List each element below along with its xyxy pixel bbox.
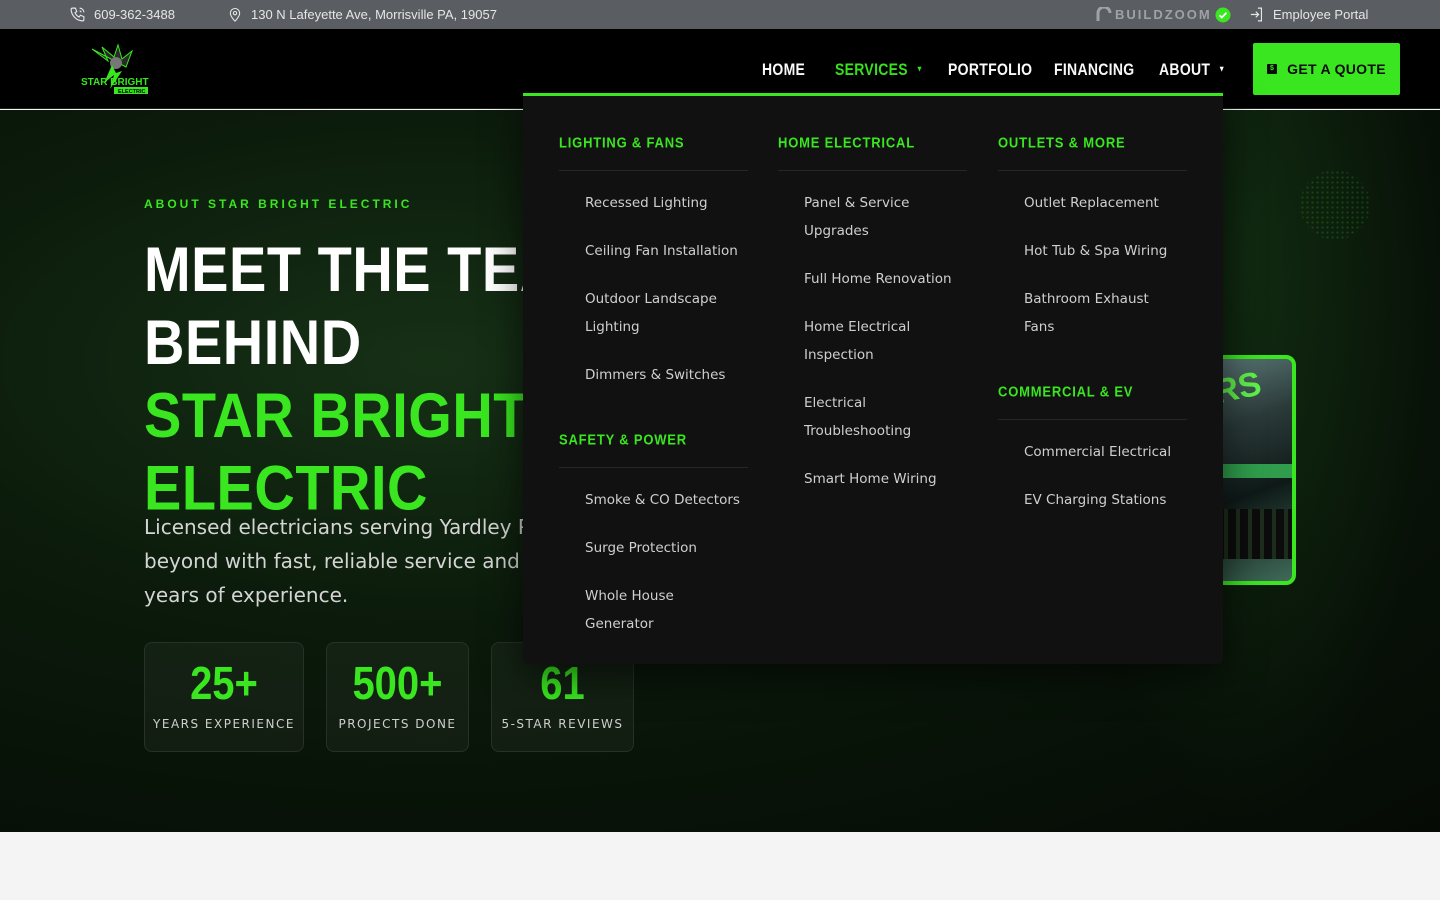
menu-item[interactable]: Full Home Renovation	[778, 265, 963, 293]
stat-label: 5-STAR REVIEWS	[501, 717, 624, 731]
stat-value: 61	[540, 658, 585, 710]
menu-item[interactable]: Recessed Lighting	[559, 189, 744, 217]
hero-eyebrow: ABOUT STAR BRIGHT ELECTRIC	[144, 197, 413, 211]
quote-icon: $	[1267, 64, 1278, 74]
menu-item[interactable]: Home Electrical Inspection	[778, 313, 963, 369]
menu-column-1: LIGHTING & FANS Recessed Lighting Ceilin…	[559, 133, 749, 658]
menu-item[interactable]: Outlet Replacement	[998, 189, 1183, 217]
divider	[778, 170, 967, 171]
divider	[998, 419, 1187, 420]
employee-portal-label: Employee Portal	[1273, 7, 1369, 22]
menu-item[interactable]: Outdoor Landscape Lighting	[559, 285, 744, 341]
menu-category-title: SAFETY & POWER	[559, 430, 687, 449]
phone-icon	[70, 7, 85, 22]
logo-text: STAR BRIGHT	[81, 77, 149, 88]
menu-item[interactable]: Dimmers & Switches	[559, 361, 744, 389]
address-link[interactable]: 130 N Lafeyette Ave, Morrisville PA, 190…	[227, 0, 497, 29]
get-a-quote-button[interactable]: $ GET A QUOTE	[1253, 43, 1400, 95]
nav-financing[interactable]: FINANCING	[1054, 56, 1134, 82]
stat-value: 500+	[352, 658, 443, 710]
menu-item[interactable]: Whole House Generator	[559, 582, 744, 638]
menu-item[interactable]: Smart Home Wiring	[778, 465, 963, 493]
chevron-down-icon: ▼	[915, 64, 924, 74]
menu-item[interactable]: EV Charging Stations	[998, 486, 1183, 514]
buildzoom-logo-icon	[1096, 6, 1112, 21]
menu-item[interactable]: Hot Tub & Spa Wiring	[998, 237, 1183, 265]
menu-column-2: HOME ELECTRICAL Panel & Service Upgrades…	[778, 133, 968, 513]
menu-category-title: OUTLETS & MORE	[998, 133, 1126, 152]
stat-value: 25+	[190, 658, 258, 710]
login-icon	[1250, 7, 1263, 22]
buildzoom-text: BUILDZOOM	[1115, 7, 1212, 22]
menu-item[interactable]: Smoke & CO Detectors	[559, 486, 744, 514]
next-section	[0, 832, 1440, 900]
menu-item[interactable]: Surge Protection	[559, 534, 744, 562]
map-pin-icon	[229, 8, 241, 22]
menu-category-title: LIGHTING & FANS	[559, 133, 685, 152]
phone-link[interactable]: 609-362-3488	[69, 0, 175, 29]
star-bright-logo-icon: STAR BRIGHT ELECTRIC	[81, 43, 149, 95]
site-logo[interactable]: STAR BRIGHT ELECTRIC	[78, 43, 150, 95]
employee-portal-link[interactable]: Employee Portal	[1248, 0, 1368, 29]
divider	[998, 170, 1187, 171]
divider	[559, 170, 748, 171]
divider	[559, 467, 748, 468]
top-bar: 609-362-3488 130 N Lafeyette Ave, Morris…	[0, 0, 1440, 29]
buildzoom-badge[interactable]: BUILDZOOM	[1096, 0, 1231, 29]
verified-check-icon	[1215, 7, 1231, 22]
phone-number: 609-362-3488	[94, 7, 175, 22]
chevron-down-icon: ▼	[1218, 64, 1226, 74]
menu-column-3: OUTLETS & MORE Outlet Replacement Hot Tu…	[998, 133, 1188, 534]
menu-item[interactable]: Electrical Troubleshooting	[778, 389, 963, 445]
nav-portfolio-label: PORTFOLIO	[948, 59, 1033, 79]
stat-label: YEARS EXPERIENCE	[153, 717, 295, 731]
address-text: 130 N Lafeyette Ave, Morrisville PA, 190…	[251, 7, 497, 22]
decorative-dot-pattern	[1300, 170, 1370, 240]
stat-card-projects: 500+ PROJECTS DONE	[326, 642, 469, 752]
menu-item[interactable]: Panel & Service Upgrades	[778, 189, 963, 245]
nav-services[interactable]: SERVICES ▼	[835, 56, 923, 82]
stat-label: PROJECTS DONE	[338, 717, 457, 731]
nav-about[interactable]: ABOUT ▼	[1159, 56, 1226, 82]
logo-subtext: ELECTRIC	[118, 89, 146, 95]
nav-financing-label: FINANCING	[1054, 59, 1135, 79]
menu-item[interactable]: Commercial Electrical	[998, 438, 1183, 466]
services-mega-menu: LIGHTING & FANS Recessed Lighting Ceilin…	[523, 93, 1223, 664]
menu-category-title: HOME ELECTRICAL	[778, 133, 915, 152]
nav-services-label: SERVICES	[835, 59, 908, 79]
nav-about-label: ABOUT	[1159, 59, 1211, 79]
get-a-quote-label: GET A QUOTE	[1287, 61, 1386, 77]
nav-home-label: HOME	[762, 59, 806, 79]
menu-item[interactable]: Ceiling Fan Installation	[559, 237, 744, 265]
nav-portfolio[interactable]: PORTFOLIO	[948, 56, 1032, 82]
nav-home[interactable]: HOME	[762, 56, 805, 82]
menu-category-title: COMMERCIAL & EV	[998, 382, 1134, 401]
stat-card-years: 25+ YEARS EXPERIENCE	[144, 642, 304, 752]
menu-item[interactable]: Bathroom Exhaust Fans	[998, 285, 1183, 341]
